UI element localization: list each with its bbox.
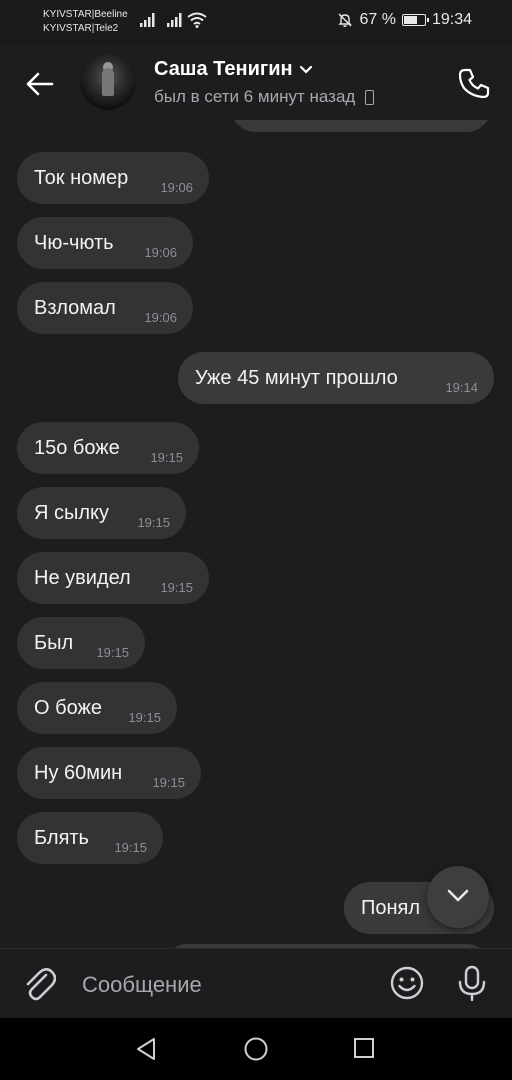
composer-bar	[0, 948, 512, 1019]
nav-back-icon[interactable]	[134, 1036, 160, 1062]
message-text: 15о боже	[34, 437, 120, 459]
message-bubble-incoming[interactable]: Ну 60мин 19:15	[17, 747, 201, 799]
message-bubble-incoming[interactable]: Взломал 19:06	[17, 282, 193, 334]
message-text: Блять	[34, 827, 89, 849]
signal-icon	[167, 13, 182, 27]
message-text: Я сылку	[34, 502, 110, 524]
message-time: 19:06	[144, 310, 177, 325]
message-text: Не увидел	[34, 567, 131, 589]
last-seen-status: был в сети 6 минут назад	[154, 87, 375, 107]
message-bubble-incoming[interactable]: Чю-чють 19:06	[17, 217, 193, 269]
nav-recents-icon[interactable]	[352, 1036, 376, 1060]
contact-name[interactable]: Саша Тенигин	[154, 58, 313, 81]
system-nav-bar	[0, 1018, 512, 1080]
message-text: Понял	[361, 897, 421, 919]
mute-bell-icon	[338, 13, 353, 27]
message-bubble-partial[interactable]	[230, 120, 492, 132]
carrier-1: KYIVSTAR|Beeline	[43, 9, 128, 20]
message-time: 19:15	[150, 450, 183, 465]
nav-home-icon[interactable]	[243, 1036, 269, 1062]
chat-header: Саша Тенигин был в сети 6 минут назад	[0, 44, 512, 120]
carrier-labels: KYIVSTAR|Beeline KYIVSTAR|Tele2	[43, 8, 128, 36]
chevron-down-icon	[299, 65, 312, 74]
last-seen-text: был в сети 6 минут назад	[154, 87, 356, 106]
message-text: Взломал	[34, 297, 116, 319]
status-bar: KYIVSTAR|Beeline KYIVSTAR|Tele2 67 % 19:…	[0, 0, 512, 44]
avatar[interactable]	[80, 54, 136, 110]
message-time: 19:15	[114, 840, 147, 855]
arrow-left-icon[interactable]	[24, 68, 56, 100]
microphone-icon[interactable]	[456, 965, 488, 1003]
message-text: Был	[34, 632, 74, 654]
message-bubble-incoming[interactable]: Ток номер 19:06	[17, 152, 209, 204]
message-time: 19:15	[152, 775, 185, 790]
message-time: 19:14	[445, 380, 478, 395]
message-time: 19:15	[96, 645, 129, 660]
message-time: 19:06	[144, 245, 177, 260]
message-bubble-outgoing[interactable]: Уже 45 минут прошло 19:14	[178, 352, 494, 404]
battery-fill	[403, 16, 417, 24]
message-time: 19:06	[160, 180, 193, 195]
contact-name-label: Саша Тенигин	[154, 58, 293, 80]
message-list[interactable]: Ток номер 19:06 Чю-чють 19:06 Взломал 19…	[0, 120, 512, 948]
message-text: Ну 60мин	[34, 762, 123, 784]
message-text: О боже	[34, 697, 102, 719]
message-time: 19:15	[160, 580, 193, 595]
signal-icon	[140, 13, 155, 27]
paperclip-icon[interactable]	[22, 965, 56, 1003]
message-text: Чю-чють	[34, 232, 114, 254]
battery-icon	[401, 14, 429, 26]
status-right: 67 % 19:34	[337, 11, 472, 29]
clock: 19:34	[431, 11, 472, 28]
phone-icon[interactable]	[456, 66, 492, 102]
carrier-2: KYIVSTAR|Tele2	[43, 23, 119, 34]
wifi-icon	[187, 12, 207, 28]
chevron-down-icon	[447, 889, 469, 902]
message-time: 19:15	[137, 515, 170, 530]
message-bubble-incoming[interactable]: Я сылку 19:15	[17, 487, 186, 539]
message-text: Ток номер	[34, 167, 129, 189]
message-input[interactable]	[80, 967, 374, 1003]
message-bubble-incoming[interactable]: Блять 19:15	[17, 812, 163, 864]
message-bubble-incoming[interactable]: Был 19:15	[17, 617, 145, 669]
mobile-device-icon	[365, 89, 375, 105]
message-text: Уже 45 минут прошло	[195, 367, 398, 389]
message-bubble-incoming[interactable]: Не увидел 19:15	[17, 552, 209, 604]
scroll-to-bottom-button[interactable]	[427, 866, 489, 928]
smiley-icon[interactable]	[389, 965, 425, 1001]
battery-percent: 67 %	[359, 11, 396, 28]
message-bubble-incoming[interactable]: О боже 19:15	[17, 682, 177, 734]
message-bubble-incoming[interactable]: 15о боже 19:15	[17, 422, 199, 474]
message-time: 19:15	[128, 710, 161, 725]
